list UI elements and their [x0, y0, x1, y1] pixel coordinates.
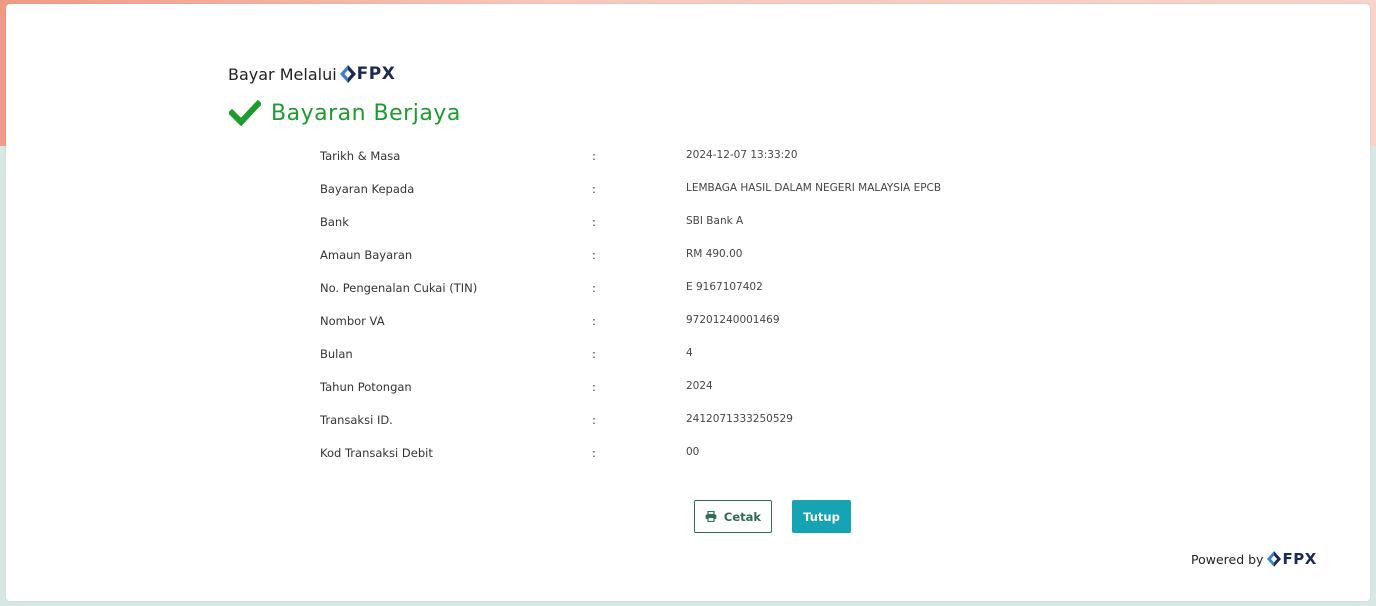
powered-by-label: Powered by — [1191, 551, 1264, 567]
detail-value: LEMBAGA HASIL DALAM NEGERI MALAYSIA EPCB — [686, 182, 942, 194]
detail-label: Kod Transaksi Debit — [320, 446, 433, 460]
detail-value: 2024 — [686, 380, 713, 392]
detail-row-debit-code: Kod Transaksi Debit : 00 — [320, 435, 1020, 468]
detail-label: Nombor VA — [320, 314, 385, 328]
print-button-label: Cetak — [723, 509, 762, 524]
detail-colon: : — [592, 380, 596, 394]
detail-label: Tarikh & Masa — [320, 149, 401, 163]
detail-value: 97201240001469 — [686, 314, 780, 326]
close-button-label: Tutup — [803, 509, 840, 524]
detail-label: Tahun Potongan — [320, 380, 412, 394]
powered-by: Powered by FPX — [1191, 550, 1317, 568]
transaction-details: Tarikh & Masa : 2024-12-07 13:33:20 Baya… — [320, 138, 1020, 468]
detail-value: 2024-12-07 13:33:20 — [686, 149, 798, 161]
detail-colon: : — [592, 314, 596, 328]
printer-icon — [705, 511, 717, 522]
detail-colon: : — [592, 182, 596, 196]
detail-row-deduction-year: Tahun Potongan : 2024 — [320, 369, 1020, 402]
detail-colon: : — [592, 281, 596, 295]
detail-value: RM 490.00 — [686, 248, 743, 260]
detail-colon: : — [592, 347, 596, 361]
detail-row-amount: Amaun Bayaran : RM 490.00 — [320, 237, 1020, 270]
detail-row-va-number: Nombor VA : 97201240001469 — [320, 303, 1020, 336]
detail-value: 00 — [686, 446, 700, 458]
detail-value: 2412071333250529 — [686, 413, 793, 425]
pay-via-label: Bayar Melalui — [228, 64, 337, 84]
detail-label: No. Pengenalan Cukai (TIN) — [320, 281, 478, 295]
detail-row-month: Bulan : 4 — [320, 336, 1020, 369]
fpx-mark-icon — [1267, 551, 1282, 567]
detail-value: E 9167107402 — [686, 281, 763, 293]
detail-value: SBI Bank A — [686, 215, 744, 227]
fpx-footer-logo: FPX — [1267, 550, 1316, 568]
print-button[interactable]: Cetak — [694, 500, 772, 533]
fpx-brand-text: FPX — [1282, 550, 1317, 568]
detail-label: Amaun Bayaran — [320, 248, 413, 262]
detail-row-payee: Bayaran Kepada : LEMBAGA HASIL DALAM NEG… — [320, 171, 1020, 204]
detail-label: Bulan — [320, 347, 353, 361]
fpx-mark-icon — [339, 65, 356, 83]
detail-colon: : — [592, 413, 596, 427]
detail-row-tin: No. Pengenalan Cukai (TIN) : E 916710740… — [320, 270, 1020, 303]
detail-colon: : — [592, 149, 596, 163]
detail-colon: : — [592, 248, 596, 262]
detail-row-datetime: Tarikh & Masa : 2024-12-07 13:33:20 — [320, 138, 1020, 171]
detail-row-transaction-id: Transaksi ID. : 2412071333250529 — [320, 402, 1020, 435]
page-header: Bayar Melalui FPX — [228, 64, 395, 84]
detail-value: 4 — [686, 347, 693, 359]
fpx-logo: FPX — [339, 64, 396, 84]
fpx-brand-text: FPX — [356, 64, 396, 84]
detail-colon: : — [592, 446, 596, 460]
detail-label: Bank — [320, 215, 349, 229]
detail-colon: : — [592, 215, 596, 229]
detail-label: Bayaran Kepada — [320, 182, 415, 196]
detail-row-bank: Bank : SBI Bank A — [320, 204, 1020, 237]
success-title: Bayaran Berjaya — [271, 100, 461, 126]
detail-label: Transaksi ID. — [320, 413, 393, 427]
close-button[interactable]: Tutup — [792, 500, 851, 533]
success-banner: Bayaran Berjaya — [229, 100, 461, 126]
checkmark-icon — [229, 100, 261, 126]
